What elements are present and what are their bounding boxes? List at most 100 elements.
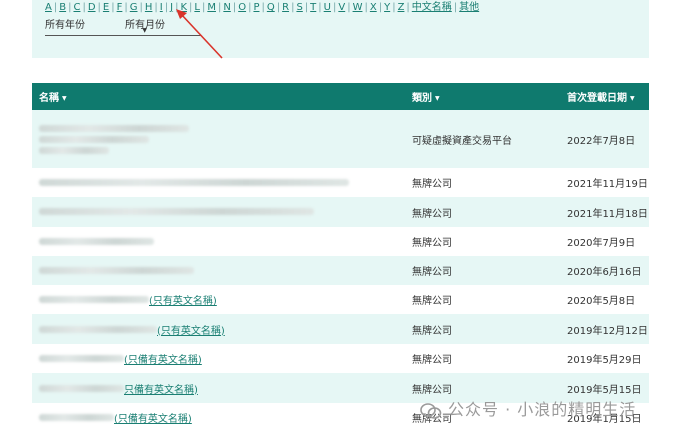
header-category[interactable]: 類別 ▼ bbox=[405, 83, 560, 110]
header-date[interactable]: 首次登載日期 ▼ bbox=[560, 83, 649, 110]
letter-filter-link[interactable]: C bbox=[73, 2, 80, 13]
letter-filter-link[interactable]: H bbox=[145, 2, 153, 13]
separator: | bbox=[406, 2, 410, 13]
letter-filter-link[interactable]: V bbox=[338, 2, 345, 13]
separator: | bbox=[124, 2, 128, 13]
letter-filter-link[interactable]: T bbox=[310, 2, 316, 13]
entity-name-link[interactable]: (只有英文名稱) bbox=[157, 326, 225, 337]
month-select[interactable]: 所有月份 bbox=[125, 18, 201, 36]
alphabet-filter: A | B | C | D | E | F | G | H | I | J | K | L | M | N | O | P | Q | R | S | T |… bbox=[45, 0, 479, 13]
separator: | bbox=[97, 2, 101, 13]
redacted-name bbox=[39, 178, 349, 186]
redacted-name bbox=[39, 146, 109, 154]
category-cell: 可疑虛擬資產交易平台 bbox=[405, 110, 560, 168]
date-cell: 2020年7月9日 bbox=[560, 227, 649, 256]
table-row[interactable]: 無牌公司 2021年11月18日 bbox=[32, 197, 649, 227]
table-row[interactable]: 無牌公司 2021年11月19日 bbox=[32, 168, 649, 197]
separator: | bbox=[201, 2, 206, 13]
results-table: 名稱 ▼ 類別 ▼ 首次登載日期 ▼ 可疑虛擬資產交易平台 2022年7月8日 無牌公司 2… bbox=[32, 83, 649, 432]
separator: | bbox=[82, 2, 86, 13]
category-cell: 無牌公司 bbox=[405, 256, 560, 285]
letter-filter-link[interactable]: N bbox=[223, 2, 230, 13]
month-select-label: 所有月份 bbox=[125, 20, 165, 31]
separator: | bbox=[378, 2, 383, 13]
name-cell[interactable] bbox=[32, 110, 405, 168]
redacted-name bbox=[39, 296, 149, 303]
letter-filter-link[interactable]: Q bbox=[267, 2, 275, 13]
category-cell: 無牌公司 bbox=[405, 168, 560, 197]
letter-filter-link[interactable]: F bbox=[117, 2, 123, 13]
letter-filter-link[interactable]: D bbox=[88, 2, 96, 13]
entity-name-link[interactable]: (只有英文名稱) bbox=[149, 296, 217, 307]
letter-filter-link[interactable]: S bbox=[296, 2, 302, 13]
separator: | bbox=[111, 2, 115, 13]
redacted-name bbox=[39, 414, 114, 421]
sort-icon: ▼ bbox=[62, 94, 67, 102]
separator: | bbox=[232, 2, 237, 13]
separator: | bbox=[276, 2, 281, 13]
separator: | bbox=[291, 2, 295, 13]
table-row[interactable]: 無牌公司 2020年7月9日 bbox=[32, 227, 649, 256]
letter-filter-link[interactable]: O bbox=[238, 2, 246, 13]
letter-filter-link[interactable]: J bbox=[170, 2, 173, 13]
letter-filter-link[interactable]: W bbox=[353, 2, 363, 13]
separator: | bbox=[164, 2, 169, 13]
date-cell: 2020年5月8日 bbox=[560, 285, 649, 314]
letter-filter-link[interactable]: B bbox=[59, 2, 66, 13]
letter-filter-link[interactable]: P bbox=[253, 2, 259, 13]
entity-name-link[interactable]: (只備有英文名稱) bbox=[124, 355, 202, 366]
header-name[interactable]: 名稱 ▼ bbox=[32, 83, 405, 110]
date-cell: 2022年7月8日 bbox=[560, 110, 649, 168]
date-cell: 2021年11月18日 bbox=[560, 197, 649, 227]
name-cell[interactable]: (只有英文名稱) bbox=[32, 285, 405, 314]
category-cell: 無牌公司 bbox=[405, 344, 560, 373]
separator: | bbox=[139, 2, 143, 13]
letter-filter-link[interactable]: 中文名稱 bbox=[412, 2, 452, 13]
table-row[interactable]: (只有英文名稱) 無牌公司 2020年5月8日 bbox=[32, 285, 649, 314]
separator: | bbox=[68, 2, 72, 13]
table-row[interactable]: (只有英文名稱) 無牌公司 2019年12月12日 bbox=[32, 314, 649, 344]
table-row[interactable]: 可疑虛擬資產交易平台 2022年7月8日 bbox=[32, 110, 649, 168]
name-cell[interactable] bbox=[32, 168, 405, 197]
letter-filter-link[interactable]: G bbox=[130, 2, 138, 13]
redacted-name bbox=[39, 124, 189, 132]
letter-filter-link[interactable]: I bbox=[160, 2, 163, 13]
letter-filter-link[interactable]: U bbox=[324, 2, 331, 13]
name-cell[interactable] bbox=[32, 197, 405, 227]
table-row[interactable]: (只備有英文名稱) 無牌公司 2019年5月29日 bbox=[32, 344, 649, 373]
letter-filter-link[interactable]: M bbox=[207, 2, 216, 13]
redacted-name bbox=[39, 135, 149, 143]
letter-filter-link[interactable]: 其他 bbox=[459, 2, 479, 13]
redacted-name bbox=[39, 237, 154, 245]
name-cell[interactable] bbox=[32, 256, 405, 285]
date-cell: 2020年6月16日 bbox=[560, 256, 649, 285]
letter-filter-link[interactable]: K bbox=[180, 2, 187, 13]
entity-name-link[interactable]: (只備有英文名稱) bbox=[114, 414, 192, 425]
date-cell: 2019年5月29日 bbox=[560, 344, 649, 373]
separator: | bbox=[248, 2, 252, 13]
separator: | bbox=[261, 2, 265, 13]
name-cell[interactable]: (只有英文名稱) bbox=[32, 314, 405, 344]
redacted-name bbox=[39, 384, 124, 392]
letter-filter-link[interactable]: Y bbox=[384, 2, 390, 13]
letter-filter-link[interactable]: X bbox=[370, 2, 377, 13]
separator: | bbox=[364, 2, 368, 13]
name-cell[interactable]: (只備有英文名稱) bbox=[32, 403, 405, 432]
letter-filter-link[interactable]: A bbox=[45, 2, 52, 13]
entity-name-link[interactable]: 只備有英文名稱) bbox=[124, 385, 198, 396]
separator: | bbox=[318, 2, 322, 13]
letter-filter-link[interactable]: Z bbox=[398, 2, 405, 13]
name-cell[interactable]: (只備有英文名稱) bbox=[32, 344, 405, 373]
category-cell: 無牌公司 bbox=[405, 314, 560, 344]
name-cell[interactable] bbox=[32, 227, 405, 256]
letter-filter-link[interactable]: R bbox=[282, 2, 289, 13]
table-row[interactable]: 無牌公司 2020年6月16日 bbox=[32, 256, 649, 285]
name-cell[interactable]: 只備有英文名稱) bbox=[32, 373, 405, 403]
letter-filter-link[interactable]: E bbox=[103, 2, 109, 13]
redacted-name bbox=[39, 325, 157, 333]
date-cell: 2019年12月12日 bbox=[560, 314, 649, 344]
separator: | bbox=[217, 2, 222, 13]
watermark: 公众号 · 小浪的精明生活 bbox=[420, 396, 636, 420]
letter-filter-link[interactable]: L bbox=[194, 2, 200, 13]
separator: | bbox=[175, 2, 179, 13]
